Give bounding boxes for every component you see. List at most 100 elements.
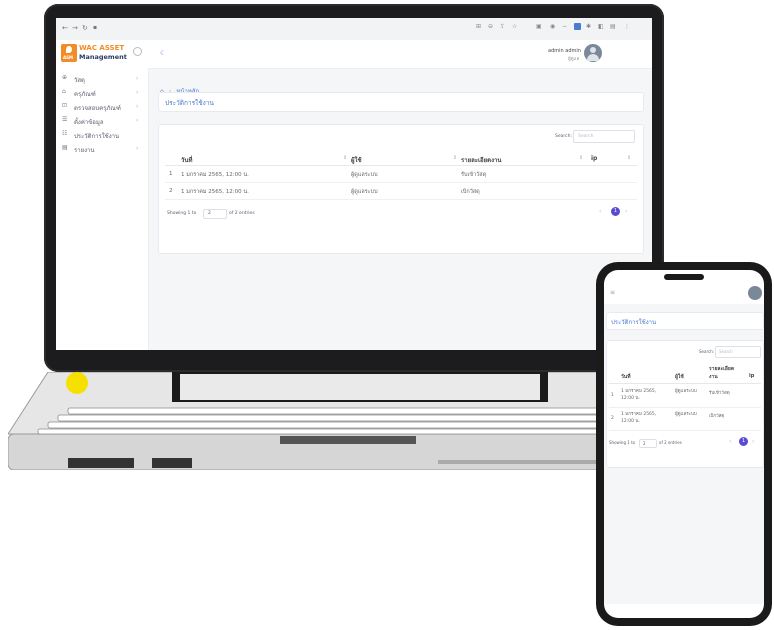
main-content: ☾ admin admin ผู้ดูแล ⌂ › หน้าหลัก ประวั… bbox=[148, 40, 652, 350]
collapse-toggle-icon[interactable] bbox=[133, 47, 142, 56]
sidepanel-icon[interactable]: ◧ bbox=[598, 23, 604, 30]
search-placeholder: Search bbox=[578, 134, 594, 139]
report-icon: ▤ bbox=[62, 144, 68, 151]
row-date: 1 มกราคม 2565, 12:00 น. bbox=[621, 389, 657, 401]
next-page-icon[interactable]: › bbox=[752, 438, 754, 445]
page-size-select[interactable]: 2 bbox=[639, 439, 657, 448]
column-header-ip[interactable]: ip bbox=[749, 373, 754, 379]
row-user: ผู้ดูแลระบบ bbox=[351, 189, 378, 195]
row-detail: รับเข้าวัสดุ bbox=[709, 391, 730, 396]
row-detail: เบิกวัสดุ bbox=[709, 414, 725, 419]
account-icon[interactable]: ▤ bbox=[610, 23, 616, 30]
page-button-current[interactable]: 1 bbox=[739, 437, 748, 446]
secure-icon: ▪ bbox=[93, 24, 98, 31]
sidebar-item-assets[interactable]: ⌂ ครุภัณฑ์ › bbox=[60, 86, 144, 98]
avatar-body bbox=[587, 54, 599, 61]
table-row[interactable]: 1 1 มกราคม 2565, 12:00 น. ผู้ดูแลระบบ รั… bbox=[165, 166, 637, 183]
row-detail: เบิกวัสดุ bbox=[461, 189, 480, 195]
avatar[interactable] bbox=[748, 286, 762, 300]
zoom-icon[interactable]: ⊖ bbox=[488, 23, 493, 30]
record-icon[interactable]: ◉ bbox=[550, 23, 555, 30]
prev-page-icon[interactable]: ‹ bbox=[729, 438, 731, 445]
page-size-value: 2 bbox=[643, 441, 646, 446]
sidebar-item-reports[interactable]: ▤ รายงาน › bbox=[60, 142, 144, 154]
history-table-card: Search: Search วันที่ ผู้ใช้ รายละเอียดง… bbox=[606, 340, 764, 468]
row-date: 1 มกราคม 2565, 12:00 น. bbox=[621, 412, 657, 424]
forward-icon[interactable]: → bbox=[72, 24, 78, 32]
minus-icon[interactable]: − bbox=[562, 23, 567, 30]
search-input[interactable]: Search bbox=[715, 346, 761, 358]
sidebar-item-label: ประวัติการใช้งาน bbox=[74, 133, 120, 140]
column-header-ip[interactable]: ip bbox=[591, 155, 597, 162]
chevron-right-icon: › bbox=[136, 145, 139, 152]
sidebar-item-label: วัสดุ bbox=[74, 77, 85, 84]
search-label: Search: bbox=[699, 349, 715, 354]
sort-icon[interactable]: ⇕ bbox=[579, 155, 583, 161]
star-icon[interactable]: ☆ bbox=[512, 23, 517, 30]
page-button-current[interactable]: 1 bbox=[611, 207, 620, 216]
table-info-suffix: of 2 entries bbox=[229, 211, 255, 216]
check-icon: ⊡ bbox=[62, 102, 68, 109]
next-page-icon[interactable]: › bbox=[625, 208, 627, 215]
sort-icon[interactable]: ⇕ bbox=[453, 155, 457, 161]
sort-icon[interactable]: ⇕ bbox=[627, 155, 631, 161]
sidebar-item-settings[interactable]: ☰ ตั้งค่าข้อมูล › bbox=[60, 114, 144, 126]
back-icon[interactable]: ← bbox=[62, 24, 68, 32]
logo: ASM bbox=[61, 44, 77, 62]
chevron-right-icon: › bbox=[136, 89, 139, 96]
sort-icon[interactable]: ⇕ bbox=[343, 155, 347, 161]
column-header-date[interactable]: วันที่ bbox=[181, 155, 192, 165]
translate-icon[interactable]: ⊞ bbox=[476, 23, 481, 30]
avatar[interactable] bbox=[584, 44, 602, 62]
chevron-right-icon: › bbox=[136, 75, 139, 82]
sidebar-item-history[interactable]: ☷ ประวัติการใช้งาน bbox=[60, 128, 144, 140]
column-header-detail[interactable]: รายละเอียดงาน bbox=[461, 155, 501, 165]
search-label: Search: bbox=[555, 134, 572, 139]
table-row[interactable]: 2 1 มกราคม 2565, 12:00 น. ผู้ดูแลระบบ เบ… bbox=[609, 408, 761, 431]
phone-screen: ≡ ประวัติการใช้งาน Search: Search วันที่… bbox=[604, 270, 764, 618]
table-info-text: Showing 1 to bbox=[167, 211, 197, 216]
column-header-user[interactable]: ผู้ใช้ bbox=[675, 373, 684, 381]
puzzle-icon[interactable]: ✱ bbox=[586, 23, 591, 30]
browser-toolbar: ← → ↻ ▪ ⊞ ⊖ ⇪ ☆ ▣ ◉ − ✱ ◧ ▤ ⋮ bbox=[56, 18, 652, 41]
column-header-date[interactable]: วันที่ bbox=[621, 373, 631, 381]
row-date: 1 มกราคม 2565, 12:00 น. bbox=[181, 189, 249, 195]
pagination: ‹ 1 › bbox=[729, 437, 761, 447]
laptop-screen: ← → ↻ ▪ ⊞ ⊖ ⇪ ☆ ▣ ◉ − ✱ ◧ ▤ ⋮ ASM WAC AS… bbox=[56, 18, 652, 350]
page-size-value: 2 bbox=[208, 211, 211, 216]
column-header-user[interactable]: ผู้ใช้ bbox=[351, 155, 362, 165]
sidebar-item-label: ตรวจสอบครุภัณฑ์ bbox=[74, 105, 121, 112]
row-number: 1 bbox=[611, 393, 614, 398]
sidebar-item-materials[interactable]: ⊕ วัสดุ › bbox=[60, 72, 144, 84]
menu-icon[interactable]: ≡ bbox=[610, 289, 615, 296]
sidebar-item-asset-check[interactable]: ⊡ ตรวจสอบครุภัณฑ์ › bbox=[60, 100, 144, 112]
prev-page-icon[interactable]: ‹ bbox=[599, 208, 601, 215]
user-role: ผู้ดูแล bbox=[568, 57, 580, 62]
share-icon[interactable]: ⇪ bbox=[500, 23, 505, 30]
row-date: 1 มกราคม 2565, 12:00 น. bbox=[181, 172, 249, 178]
sidebar-item-label: ตั้งค่าข้อมูล bbox=[74, 119, 104, 126]
row-user: ผู้ดูแลระบบ bbox=[351, 172, 378, 178]
page-size-select[interactable]: 2 bbox=[203, 209, 227, 219]
search-input[interactable]: Search bbox=[573, 130, 635, 143]
phone-notch bbox=[664, 274, 704, 280]
sidebar: ASM WAC ASSET Management ⊕ วัสดุ › ⌂ ครุ… bbox=[56, 40, 149, 350]
page-title: ประวัติการใช้งาน bbox=[165, 99, 214, 107]
table-info-suffix: of 2 entries bbox=[659, 440, 682, 445]
brand-subtitle: Management bbox=[79, 53, 127, 61]
table-row[interactable]: 1 1 มกราคม 2565, 12:00 น. ผู้ดูแลระบบ รั… bbox=[609, 385, 761, 408]
profile-ext-icon[interactable] bbox=[574, 23, 581, 30]
sidebar-item-label: รายงาน bbox=[74, 147, 95, 154]
reload-icon[interactable]: ↻ bbox=[82, 24, 88, 32]
location-pin-icon bbox=[66, 46, 72, 53]
table-row[interactable]: 2 1 มกราคม 2565, 12:00 น. ผู้ดูแลระบบ เบ… bbox=[165, 183, 637, 200]
row-user: ผู้ดูแลระบบ bbox=[675, 412, 697, 417]
brand-name: WAC ASSET bbox=[79, 44, 125, 52]
theme-toggle-icon[interactable]: ☾ bbox=[160, 49, 166, 57]
extension-icon[interactable]: ▣ bbox=[536, 23, 542, 30]
menu-icon[interactable]: ⋮ bbox=[624, 23, 630, 30]
row-detail: รับเข้าวัสดุ bbox=[461, 172, 487, 178]
column-header-detail[interactable]: รายละเอียดงาน bbox=[709, 365, 739, 381]
page-title-card: ประวัติการใช้งาน bbox=[606, 312, 764, 330]
browser-extension-icons[interactable]: ⊞ ⊖ ⇪ ☆ ▣ ◉ − ✱ ◧ ▤ ⋮ bbox=[476, 23, 646, 33]
